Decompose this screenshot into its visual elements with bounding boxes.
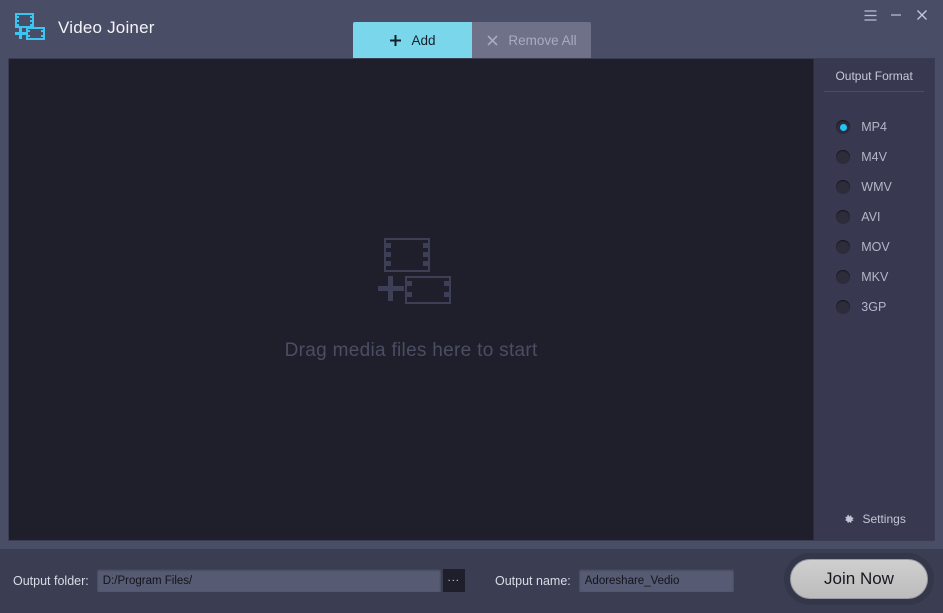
toolbar-tabs: Add Remove All <box>353 22 591 59</box>
output-folder-label: Output folder: <box>13 573 89 588</box>
settings-label: Settings <box>862 512 906 526</box>
gear-icon <box>842 513 855 526</box>
format-option-mov[interactable]: MOV <box>836 232 934 262</box>
radio-m4v[interactable] <box>836 150 851 164</box>
tab-add[interactable]: Add <box>353 22 472 59</box>
output-name-input[interactable] <box>578 569 734 592</box>
output-format-list: MP4 M4V WMV AVI MOV MKV 3GP <box>814 112 934 322</box>
radio-mp4[interactable] <box>836 120 851 134</box>
format-option-wmv[interactable]: WMV <box>836 172 934 202</box>
output-name-label: Output name: <box>495 573 571 588</box>
menu-icon[interactable] <box>857 2 883 28</box>
format-option-3gp[interactable]: 3GP <box>836 292 934 322</box>
video-joiner-window: Video Joiner Add Remove All Drag media f… <box>0 0 943 613</box>
close-icon[interactable] <box>909 2 935 28</box>
format-label-mov: MOV <box>861 240 890 254</box>
format-option-m4v[interactable]: M4V <box>836 142 934 172</box>
join-now-wrapper: Join Now <box>784 553 934 605</box>
output-format-sidebar: Output Format MP4 M4V WMV AVI MOV MKV 3G… <box>813 59 934 540</box>
browse-folder-button[interactable]: ... <box>442 569 465 592</box>
format-label-3gp: 3GP <box>861 300 887 314</box>
tab-remove-all[interactable]: Remove All <box>472 22 591 59</box>
minimize-icon[interactable] <box>883 2 909 28</box>
video-joiner-icon <box>14 13 46 43</box>
dropzone-message: Drag media files here to start <box>284 339 538 361</box>
radio-3gp[interactable] <box>836 300 851 314</box>
settings-button[interactable]: Settings <box>814 512 934 526</box>
tab-remove-all-label: Remove All <box>508 33 577 48</box>
format-label-avi: AVI <box>861 210 881 224</box>
app-brand: Video Joiner <box>14 12 155 44</box>
window-controls <box>857 0 935 30</box>
plus-icon <box>389 34 402 47</box>
format-option-mp4[interactable]: MP4 <box>836 112 934 142</box>
titlebar: Video Joiner Add Remove All <box>0 0 943 59</box>
output-folder-group: Output folder: ... <box>13 569 465 592</box>
close-icon <box>486 34 499 47</box>
media-dropzone[interactable]: Drag media files here to start <box>9 59 813 540</box>
format-option-avi[interactable]: AVI <box>836 202 934 232</box>
format-option-mkv[interactable]: MKV <box>836 262 934 292</box>
radio-mkv[interactable] <box>836 270 851 284</box>
add-media-icon <box>378 237 452 304</box>
format-label-wmv: WMV <box>861 180 892 194</box>
main-content: Drag media files here to start Output Fo… <box>8 58 935 541</box>
output-folder-input[interactable] <box>96 569 441 592</box>
output-name-group: Output name: <box>495 569 734 592</box>
format-label-mkv: MKV <box>861 270 889 284</box>
radio-mov[interactable] <box>836 240 851 254</box>
output-format-header: Output Format <box>824 69 924 92</box>
app-title: Video Joiner <box>58 18 155 37</box>
format-label-m4v: M4V <box>861 150 887 164</box>
join-now-button[interactable]: Join Now <box>790 559 928 599</box>
tab-add-label: Add <box>411 33 436 48</box>
format-label-mp4: MP4 <box>861 120 887 134</box>
radio-wmv[interactable] <box>836 180 851 194</box>
radio-avi[interactable] <box>836 210 851 224</box>
